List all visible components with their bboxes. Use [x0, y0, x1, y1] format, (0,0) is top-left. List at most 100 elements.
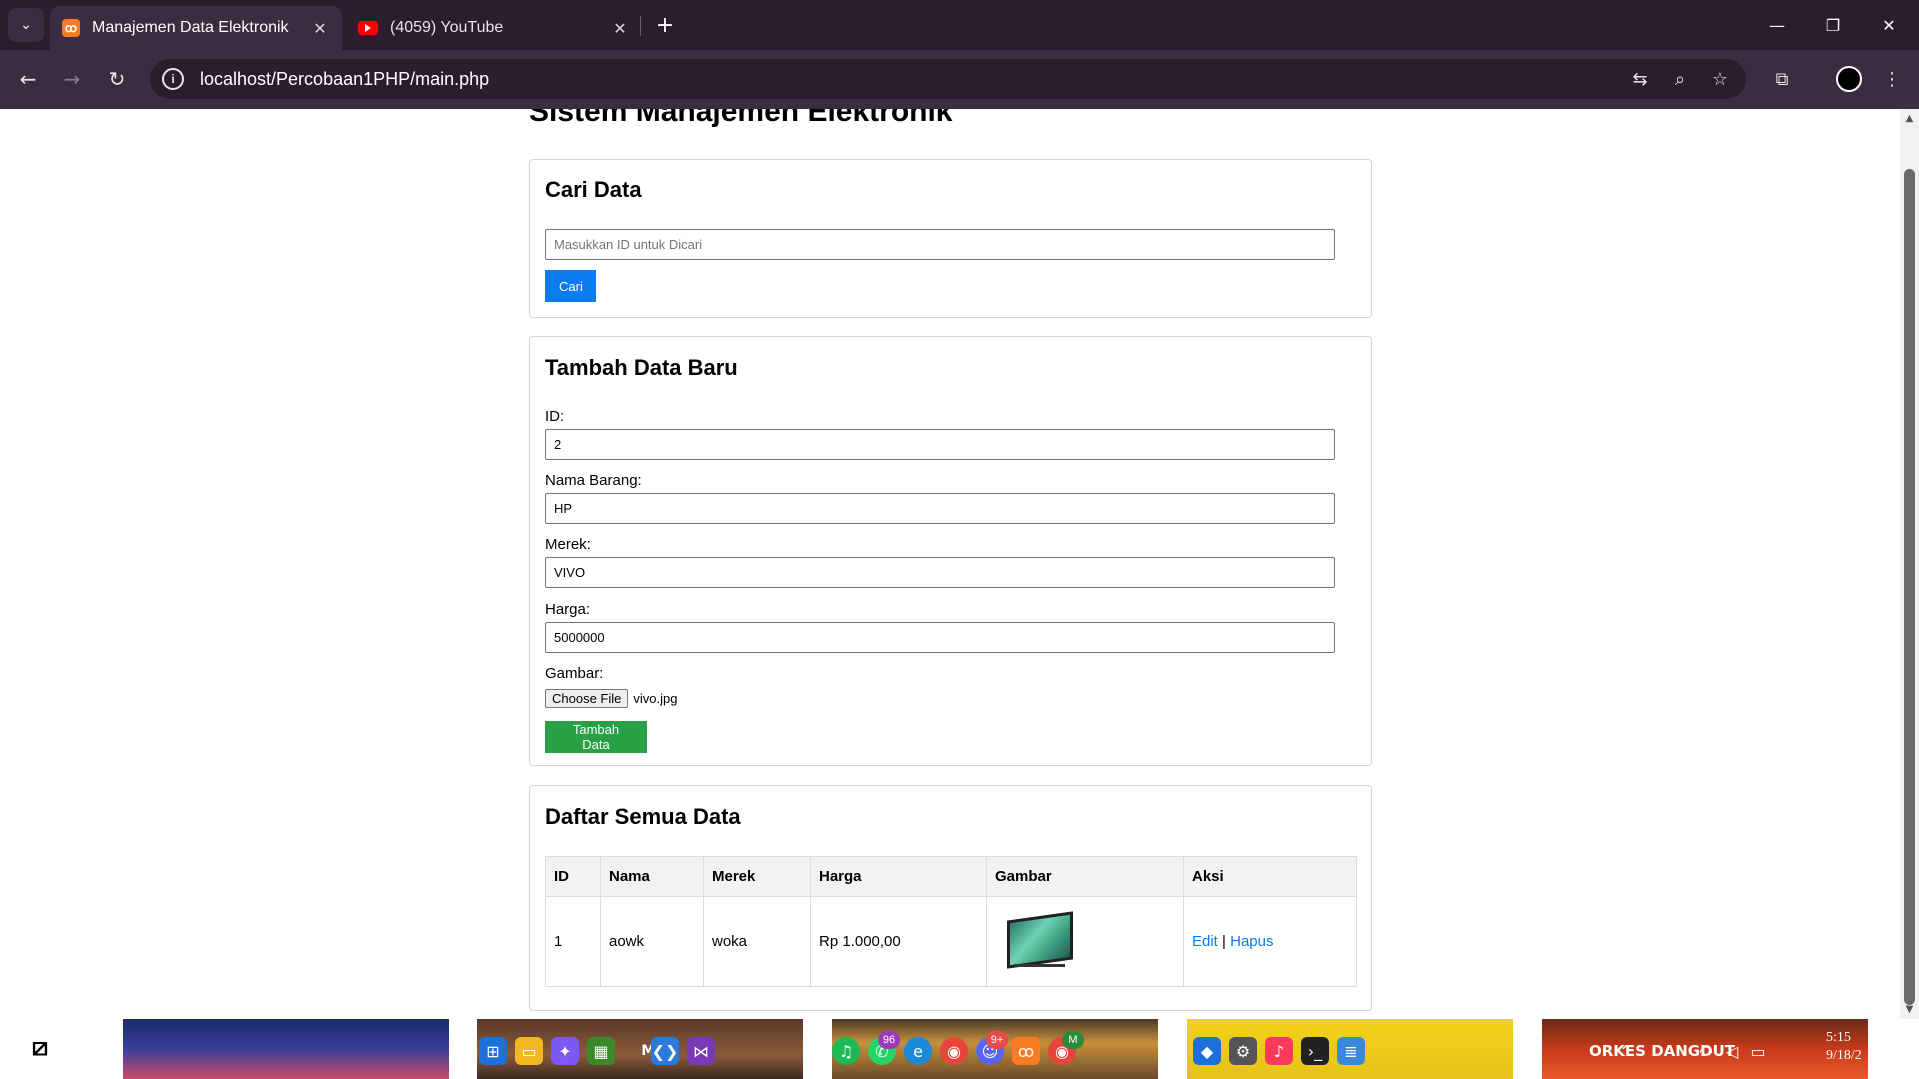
add-data-heading: Tambah Data Baru — [545, 355, 738, 380]
tab-divider — [640, 16, 641, 36]
site-info-icon[interactable]: i — [162, 68, 184, 90]
column-header-aksi: Aksi — [1183, 856, 1357, 897]
address-bar[interactable]: i localhost/Percobaan1PHP/main.php ⇆ ⌕ ☆ — [150, 59, 1746, 99]
wifi-icon[interactable]: ◠ — [1692, 1037, 1720, 1065]
restore-icon[interactable]: ❐ — [1810, 8, 1856, 42]
thumbnail-1[interactable] — [123, 1019, 449, 1079]
tray-chevron-up-icon[interactable]: ⌃ — [1612, 1037, 1640, 1065]
data-list-heading: Daftar Semua Data — [545, 804, 741, 829]
file-explorer-icon[interactable]: ▭ — [515, 1037, 543, 1065]
taskbar-clock[interactable]: 5:15 9/18/2 — [1826, 1029, 1862, 1065]
extensions-puzzle-icon[interactable]: ⧉ — [1765, 62, 1799, 96]
taskbar-strip: ⧄ ⊞ ▭ ✦ ▦ MT ❮❯ ⋈ ♫ ✆ 96 e ◉ ☺ 9+ ꝏ ◉ M … — [0, 1019, 1919, 1079]
youtube-icon — [358, 21, 378, 35]
data-list-card: Daftar Semua Data ID Nama Merek Harga Ga… — [529, 785, 1372, 1011]
forward-arrow-icon[interactable]: → — [54, 62, 90, 96]
minimize-icon[interactable]: — — [1754, 8, 1800, 42]
translate-icon[interactable]: ⇆ — [1626, 65, 1654, 93]
spotify-icon[interactable]: ♫ — [832, 1037, 860, 1065]
tab-title: (4059) YouTube — [390, 19, 504, 36]
tab-youtube[interactable]: (4059) YouTube ✕ — [346, 6, 642, 50]
browser-toolbar: ← → ↻ i localhost/Percobaan1PHP/main.php… — [0, 50, 1919, 109]
clock-date: 9/18/2 — [1826, 1048, 1862, 1063]
column-header-nama: Nama — [600, 856, 704, 897]
terminal-icon[interactable]: ›_ — [1301, 1037, 1329, 1065]
cell-aksi: Edit | Hapus — [1183, 896, 1357, 987]
search-button[interactable]: Cari — [545, 270, 596, 302]
edit-link[interactable]: Edit — [1192, 933, 1218, 950]
scroll-down-arrow-icon[interactable]: ▼ — [1903, 1003, 1916, 1016]
column-header-harga: Harga — [810, 856, 987, 897]
cell-harga: Rp 1.000,00 — [810, 896, 987, 987]
page-title: Sistem Manajemen Elektronik — [529, 109, 953, 128]
harga-label: Harga: — [545, 601, 591, 618]
roblox-studio-icon[interactable]: ◆ — [1193, 1037, 1221, 1065]
page-scrollbar[interactable]: ▲ ▼ — [1900, 109, 1919, 1019]
merek-field[interactable] — [545, 557, 1335, 588]
selected-file-name: vivo.jpg — [633, 691, 678, 706]
window-close-icon[interactable]: ✕ — [1866, 8, 1912, 42]
nama-barang-field[interactable] — [545, 493, 1335, 524]
column-header-gambar: Gambar — [986, 856, 1184, 897]
page-viewport: Sistem Manajemen Elektronik Cari Data Ca… — [0, 109, 1900, 1019]
tambah-data-button[interactable]: Tambah Data — [545, 721, 647, 753]
add-data-card: Tambah Data Baru ID: Nama Barang: Merek:… — [529, 336, 1372, 766]
windows-start-icon[interactable]: ⊞ — [479, 1037, 507, 1065]
gambar-label: Gambar: — [545, 665, 604, 682]
clock-time: 5:15 — [1826, 1030, 1851, 1045]
tab-close-icon[interactable]: ✕ — [310, 19, 330, 38]
notepad-icon[interactable]: ≣ — [1337, 1037, 1365, 1065]
profile-avatar-icon[interactable] — [1836, 66, 1862, 92]
whatsapp-badge: 96 — [878, 1031, 900, 1049]
settings-gear-icon[interactable]: ⚙ — [1229, 1037, 1257, 1065]
visual-studio-icon[interactable]: ⋈ — [687, 1037, 715, 1065]
copilot-icon[interactable]: ✦ — [551, 1037, 579, 1065]
nama-barang-label: Nama Barang: — [545, 472, 642, 489]
tab-close-icon[interactable]: ✕ — [610, 19, 630, 38]
chrome-icon[interactable]: ◉ — [940, 1037, 968, 1065]
file-upload: Choose File vivo.jpg — [545, 689, 677, 708]
tab-title: Manajemen Data Elektronik — [92, 19, 289, 36]
thumbnail-3[interactable]: ♫ ✆ 96 e ◉ ☺ 9+ ꝏ ◉ M — [832, 1019, 1158, 1079]
vscode-icon[interactable]: ❮❯ — [651, 1037, 679, 1065]
volume-icon[interactable]: ◁ — [1718, 1037, 1746, 1065]
tv-stand — [1015, 963, 1065, 967]
action-separator: | — [1222, 933, 1226, 950]
data-table: ID Nama Merek Harga Gambar Aksi 1 aowk w… — [545, 856, 1357, 987]
minecraft-icon[interactable]: ▦ — [587, 1037, 615, 1065]
id-field[interactable] — [545, 429, 1335, 460]
column-header-merek: Merek — [703, 856, 811, 897]
apple-music-icon[interactable]: ♪ — [1265, 1037, 1293, 1065]
cell-gambar — [986, 896, 1184, 987]
roblox-logo-icon[interactable]: ⧄ — [26, 1032, 54, 1062]
reload-icon[interactable]: ↻ — [99, 62, 135, 96]
search-card: Cari Data Cari — [529, 159, 1372, 318]
tab-manajemen-data[interactable]: ꝏ Manajemen Data Elektronik ✕ — [50, 6, 342, 50]
zoom-icon[interactable]: ⌕ — [1666, 65, 1694, 93]
id-label: ID: — [545, 408, 565, 425]
xampp-icon: ꝏ — [62, 19, 80, 37]
thumbnail-2[interactable]: ⊞ ▭ ✦ ▦ MT ❮❯ ⋈ — [477, 1019, 803, 1079]
thumbnail-4[interactable]: ◆ ⚙ ♪ ›_ ≣ — [1187, 1019, 1513, 1079]
search-id-input[interactable] — [545, 229, 1335, 260]
hapus-link[interactable]: Hapus — [1230, 933, 1273, 950]
harga-field[interactable] — [545, 622, 1335, 653]
tv-image — [1007, 910, 1073, 970]
choose-file-button[interactable]: Choose File — [545, 689, 629, 708]
cell-id: 1 — [545, 896, 601, 987]
table-row: 1 aowk woka Rp 1.000,00 Edit | Hapus — [545, 896, 1357, 987]
bookmark-star-icon[interactable]: ☆ — [1706, 65, 1734, 93]
search-heading: Cari Data — [545, 177, 642, 202]
back-arrow-icon[interactable]: ← — [10, 62, 46, 96]
tab-search-chevron-icon[interactable]: ⌄ — [8, 8, 44, 42]
thumbnail-5[interactable]: ORKES DANGDUT ⌃ ◠ ◁ ▭ 5:15 9/18/2 — [1542, 1019, 1868, 1079]
more-menu-icon[interactable]: ⋮ — [1875, 62, 1909, 96]
browser-tab-strip: ⌄ ꝏ Manajemen Data Elektronik ✕ (4059) Y… — [0, 0, 1919, 50]
battery-icon[interactable]: ▭ — [1744, 1037, 1772, 1065]
xampp-taskbar-icon[interactable]: ꝏ — [1012, 1037, 1040, 1065]
new-tab-plus-icon[interactable]: + — [650, 10, 680, 40]
edge-icon[interactable]: e — [904, 1037, 932, 1065]
scroll-up-arrow-icon[interactable]: ▲ — [1903, 112, 1916, 125]
url-text[interactable]: localhost/Percobaan1PHP/main.php — [200, 69, 1626, 90]
scrollbar-thumb[interactable] — [1904, 169, 1915, 1005]
